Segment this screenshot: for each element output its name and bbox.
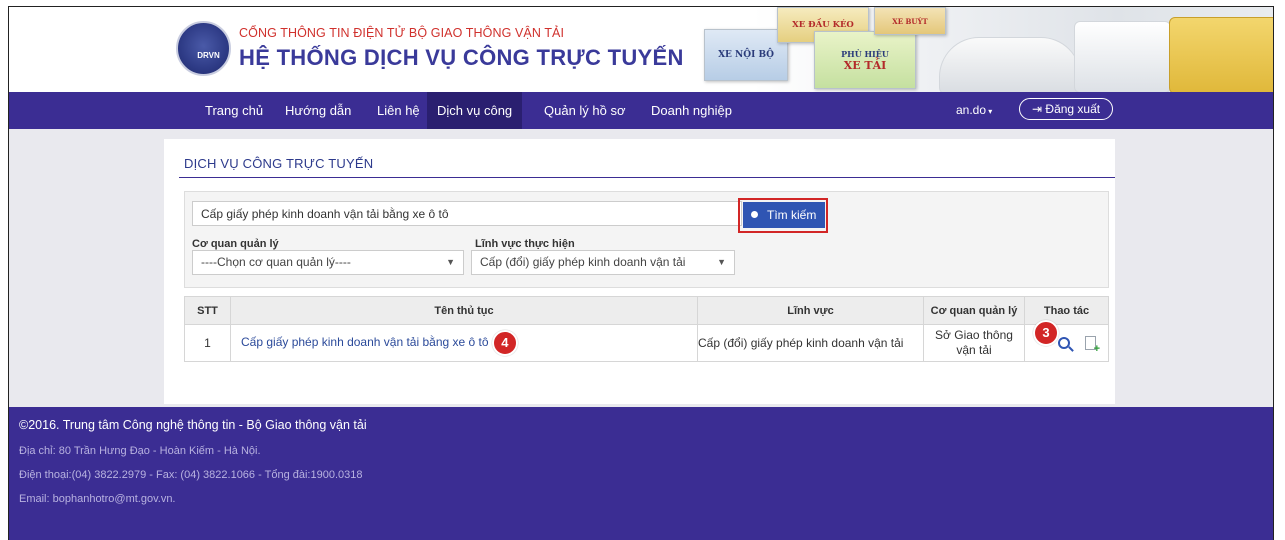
- agency-label: Cơ quan quản lý: [192, 238, 279, 250]
- banner-card-xe-tai-label: XE TẢI: [843, 58, 887, 72]
- agency-select-value: ----Chọn cơ quan quản lý----: [201, 255, 351, 269]
- page-title: DỊCH VỤ CÔNG TRỰC TUYẾN: [184, 156, 374, 171]
- header-agency: Cơ quan quản lý: [923, 296, 1025, 325]
- logout-button[interactable]: ⇥ Đăng xuất: [1019, 98, 1114, 120]
- search-button-label: Tìm kiếm: [767, 208, 817, 222]
- truck-image: [1074, 21, 1171, 92]
- nav-public-services[interactable]: Dịch vụ công: [427, 92, 523, 129]
- title-divider: [179, 177, 1115, 178]
- search-input[interactable]: [192, 201, 742, 226]
- agency-select[interactable]: ----Chọn cơ quan quản lý---- ▼: [192, 250, 464, 275]
- header-field: Lĩnh vực: [697, 296, 924, 325]
- banner-card-phu-hieu: PHÙ HIỆU XE TẢI: [814, 31, 916, 89]
- row-field: Cấp (đổi) giấy phép kinh doanh vận tải: [697, 324, 924, 362]
- banner-card-phu-hieu-label: PHÙ HIỆU: [841, 48, 889, 59]
- main-panel: DỊCH VỤ CÔNG TRỰC TUYẾN Tìm kiếm Cơ quan…: [164, 139, 1115, 404]
- chevron-down-icon: ▼: [446, 257, 455, 267]
- nav-records[interactable]: Quản lý hồ sơ: [534, 92, 636, 129]
- footer-email: Email: bophanhotro@mt.gov.vn.: [19, 493, 176, 505]
- header-procedure-name: Tên thủ tục: [230, 296, 698, 325]
- footer-copyright: ©2016. Trung tâm Công nghệ thông tin - B…: [19, 418, 367, 432]
- main-nav: Trang chủ Hướng dẫn Liên hệ Dịch vụ công…: [9, 92, 1273, 129]
- procedures-table: STT Tên thủ tục Lĩnh vực Cơ quan quản lý…: [184, 296, 1109, 362]
- banner-card-noi-bo: XE NỘI BỘ: [704, 29, 788, 81]
- chevron-down-icon: ▾: [986, 107, 993, 116]
- logout-icon: ⇥: [1032, 102, 1043, 116]
- field-label: Lĩnh vực thực hiện: [475, 238, 575, 250]
- content-area: DỊCH VỤ CÔNG TRỰC TUYẾN Tìm kiếm Cơ quan…: [9, 129, 1273, 407]
- row-stt: 1: [184, 324, 231, 362]
- step-badge-3: 3: [1033, 320, 1059, 346]
- view-details-icon[interactable]: [1058, 337, 1071, 350]
- user-menu[interactable]: an.do ▾: [956, 92, 992, 129]
- row-agency: Sở Giao thông vận tải: [923, 324, 1025, 362]
- nav-business[interactable]: Doanh nghiệp: [641, 92, 742, 129]
- table-row: 1 Cấp giấy phép kinh doanh vận tải bằng …: [184, 320, 1109, 362]
- row-actions: 3: [1024, 320, 1109, 362]
- footer-address: Địa chỉ: 80 Trần Hưng Đạo - Hoàn Kiếm - …: [19, 445, 261, 457]
- portal-title[interactable]: CỔNG THÔNG TIN ĐIỆN TỬ BỘ GIAO THÔNG VẬN…: [239, 26, 564, 40]
- footer-phone: Điện thoại:(04) 3822.2979 - Fax: (04) 38…: [19, 469, 363, 481]
- ministry-logo[interactable]: DRVN: [176, 21, 231, 76]
- banner-card-xe-buyt: XE BUÝT: [874, 7, 946, 35]
- logo-text: DRVN: [197, 51, 220, 60]
- site-footer: ©2016. Trung tâm Công nghệ thông tin - B…: [9, 407, 1273, 540]
- header-stt: STT: [184, 296, 231, 325]
- header-actions: Thao tác: [1024, 296, 1109, 325]
- nav-guide[interactable]: Hướng dẫn: [275, 92, 361, 129]
- field-select[interactable]: Cấp (đổi) giấy phép kinh doanh vận tải ▼: [471, 250, 735, 275]
- procedure-link[interactable]: Cấp giấy phép kinh doanh vận tải bằng xe…: [241, 335, 489, 349]
- chevron-down-icon: ▼: [717, 257, 726, 267]
- site-header: DRVN CỔNG THÔNG TIN ĐIỆN TỬ BỘ GIAO THÔN…: [9, 7, 1273, 92]
- row-name-cell: Cấp giấy phép kinh doanh vận tải bằng xe…: [230, 324, 698, 362]
- submit-application-icon[interactable]: [1085, 336, 1100, 355]
- bus-image: [1169, 17, 1273, 92]
- browser-frame: DRVN CỔNG THÔNG TIN ĐIỆN TỬ BỘ GIAO THÔN…: [8, 6, 1274, 540]
- field-select-value: Cấp (đổi) giấy phép kinh doanh vận tải: [480, 255, 686, 269]
- step-badge-4: 4: [491, 330, 518, 356]
- nav-contact[interactable]: Liên hệ: [367, 92, 430, 129]
- car-image: [939, 37, 1081, 92]
- search-button[interactable]: Tìm kiếm: [743, 202, 825, 228]
- search-form: Tìm kiếm Cơ quan quản lý Lĩnh vực thực h…: [184, 191, 1109, 288]
- search-icon: [751, 211, 758, 218]
- nav-home[interactable]: Trang chủ: [195, 92, 273, 129]
- logout-label: Đăng xuất: [1045, 102, 1101, 116]
- username: an.do: [956, 103, 987, 117]
- table-header-row: STT Tên thủ tục Lĩnh vực Cơ quan quản lý…: [184, 296, 1109, 325]
- system-title[interactable]: HỆ THỐNG DỊCH VỤ CÔNG TRỰC TUYẾN: [239, 45, 684, 71]
